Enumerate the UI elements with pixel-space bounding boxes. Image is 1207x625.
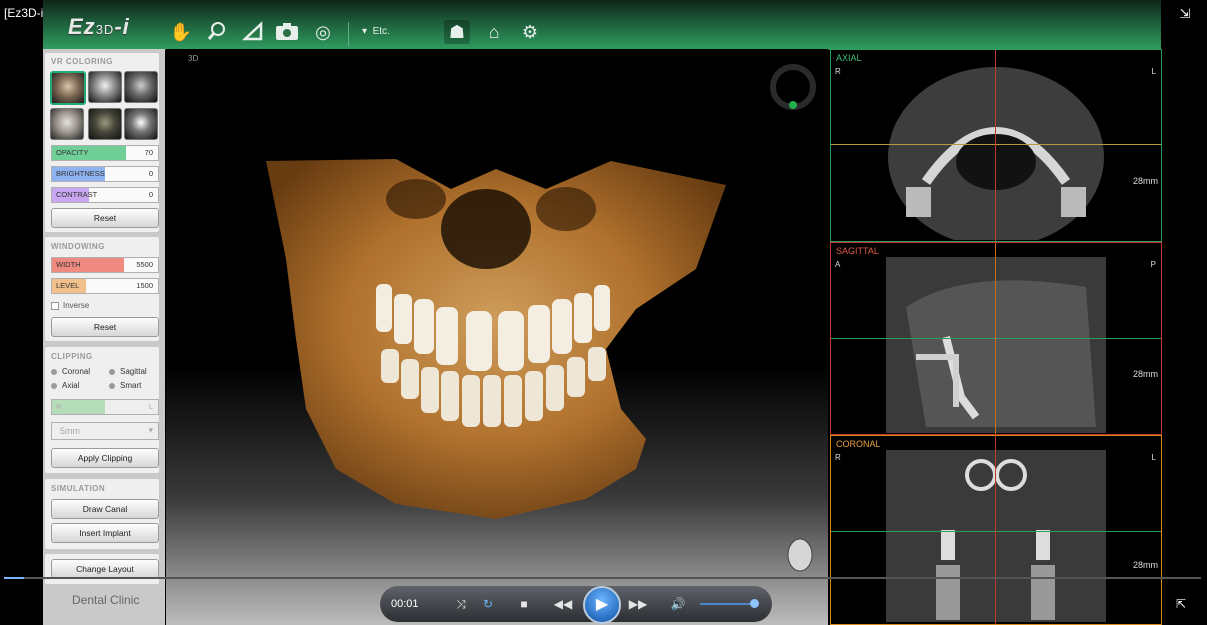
play-button[interactable]: ▶ (583, 586, 621, 624)
contrast-slider[interactable]: CONTRAST 0 (51, 187, 159, 203)
vr-preset-5[interactable] (88, 108, 122, 140)
windowing-reset-button[interactable]: Reset (51, 317, 159, 337)
vr-coloring-section: VR COLORING OPACITY 70 BRIGHTNESS 0 CONT… (45, 53, 159, 232)
axial-scale: 28mm (1132, 176, 1158, 186)
clip-coronal-radio[interactable]: Coronal (51, 367, 90, 376)
vr-preset-3[interactable] (124, 71, 158, 103)
simulation-section: SIMULATION Draw Canal Insert Implant (45, 479, 159, 549)
hand-icon[interactable]: ✋ (168, 20, 194, 44)
vr-preset-6[interactable] (124, 108, 158, 140)
etc-dropdown[interactable]: ▾ Etc. (362, 26, 390, 37)
exit-fullscreen-icon[interactable]: ⇲ (1177, 6, 1193, 22)
switch-to-compact-icon[interactable]: ⇱ (1176, 597, 1190, 611)
rewind-icon[interactable]: ◀◀ (553, 595, 573, 613)
axial-title: AXIAL (836, 53, 862, 63)
camera-icon[interactable] (274, 20, 300, 44)
capture-icon[interactable]: ◎ (310, 20, 336, 44)
elapsed-time: 00:01 (391, 598, 419, 610)
shuffle-icon[interactable]: ⤨ (451, 595, 471, 613)
sagittal-title: SAGITTAL (836, 246, 879, 256)
seek-bar[interactable] (4, 577, 1201, 579)
sagittal-image (886, 257, 1106, 433)
vr-reset-button[interactable]: Reset (51, 208, 159, 228)
chevron-down-icon: ▾ (148, 425, 153, 435)
coronal-left-marker: R (835, 453, 841, 462)
apply-clipping-button[interactable]: Apply Clipping (51, 448, 159, 468)
sagittal-scale: 28mm (1132, 369, 1158, 379)
3d-view-label: 3D (188, 54, 199, 63)
brightness-slider[interactable]: BRIGHTNESS 0 (51, 166, 159, 182)
sagittal-view[interactable]: SAGITTAL A P 28mm (830, 242, 1162, 435)
seek-progress (4, 577, 24, 579)
axial-view[interactable]: AXIAL R L 28mm (830, 49, 1162, 242)
view-reset-icon[interactable]: ⌂ (481, 20, 507, 44)
settings-icon[interactable]: ⚙ (517, 20, 543, 44)
clip-range-slider[interactable]: R L (51, 399, 159, 415)
clipping-title: CLIPPING (51, 352, 93, 361)
coronal-title: CORONAL (836, 439, 881, 449)
windowing-section: WINDOWING WIDTH 5500 LEVEL 1500 Inverse … (45, 237, 159, 341)
clip-sagittal-radio[interactable]: Sagittal (109, 367, 147, 376)
simulation-title: SIMULATION (51, 484, 106, 493)
volume-slider[interactable] (700, 603, 756, 605)
layout-section: Change Layout (45, 554, 159, 584)
vr-coloring-title: VR COLORING (51, 57, 113, 66)
inverse-checkbox[interactable]: Inverse (51, 301, 89, 310)
vr-preset-2[interactable] (88, 71, 122, 103)
coronal-view[interactable]: CORONAL R L 28mm (830, 435, 1162, 625)
coronal-right-marker: L (1151, 453, 1156, 462)
control-panel: VR COLORING OPACITY 70 BRIGHTNESS 0 CONT… (43, 49, 165, 625)
sagittal-right-marker: P (1150, 260, 1156, 269)
3d-view[interactable] (166, 49, 828, 625)
vr-preset-4[interactable] (50, 108, 84, 140)
clip-thickness-select[interactable]: 5mm ▾ (51, 422, 159, 440)
sagittal-left-marker: A (835, 260, 841, 269)
window-level-slider[interactable]: LEVEL 1500 (51, 278, 159, 294)
toolbar-divider (348, 22, 349, 46)
windowing-title: WINDOWING (51, 242, 105, 251)
draw-canal-button[interactable]: Draw Canal (51, 499, 159, 519)
axial-image (888, 67, 1104, 240)
zoom-icon[interactable] (204, 20, 230, 44)
window-width-slider[interactable]: WIDTH 5500 (51, 257, 159, 273)
fast-forward-icon[interactable]: ▶▶ (628, 595, 648, 613)
vr-preset-1[interactable] (50, 71, 86, 105)
measure-icon[interactable] (240, 20, 266, 44)
clip-axial-radio[interactable]: Axial (51, 381, 79, 390)
volume-knob[interactable] (750, 599, 759, 608)
coronal-scale: 28mm (1132, 560, 1158, 570)
stop-icon[interactable]: ■ (514, 595, 534, 613)
opacity-slider[interactable]: OPACITY 70 (51, 145, 159, 161)
change-layout-button[interactable]: Change Layout (51, 559, 159, 579)
clinic-label: Dental Clinic (72, 593, 140, 607)
app-logo: Ez3D-i (68, 14, 130, 39)
repeat-icon[interactable]: ↻ (478, 595, 498, 613)
clip-smart-radio[interactable]: Smart (109, 381, 141, 390)
axial-left-marker: R (835, 67, 841, 76)
volume-icon[interactable]: 🔊 (668, 595, 688, 613)
insert-implant-button[interactable]: Insert Implant (51, 523, 159, 543)
view-icon[interactable]: ☗ (444, 20, 470, 44)
coronal-image (886, 450, 1106, 622)
clipping-section: CLIPPING Coronal Sagittal Axial Smart R … (45, 347, 159, 473)
3d-render (266, 64, 816, 572)
axial-right-marker: L (1151, 67, 1156, 76)
